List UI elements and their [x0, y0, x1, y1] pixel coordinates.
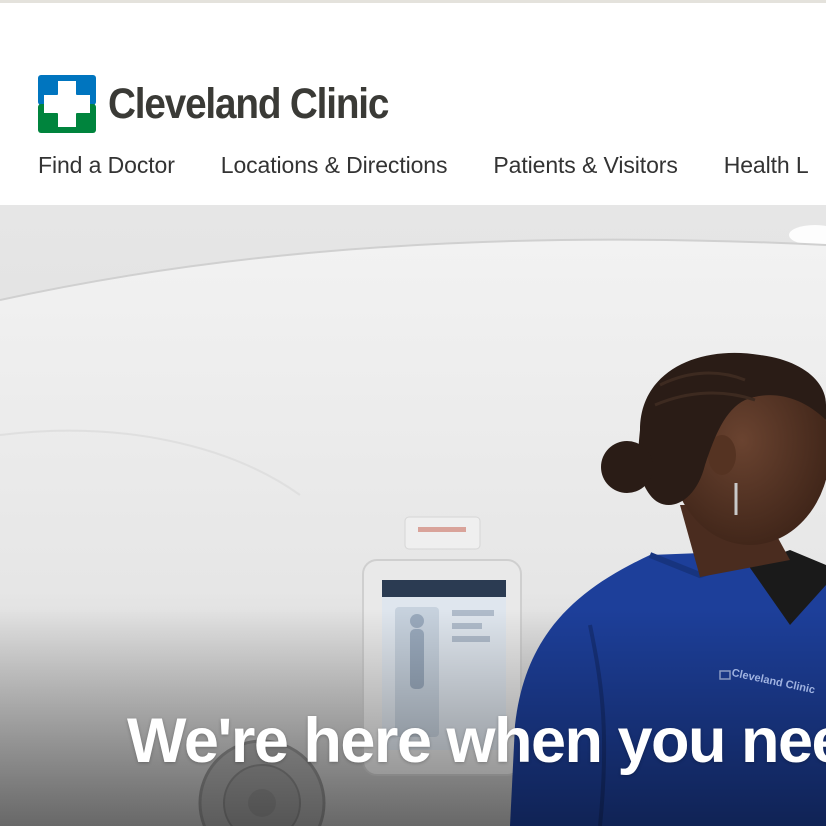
main-navigation: Find a Doctor Locations & Directions Pat…	[38, 151, 826, 179]
site-header: Cleveland Clinic Find a Doctor Locations…	[0, 3, 826, 205]
nav-item-locations-directions[interactable]: Locations & Directions	[221, 151, 448, 179]
hero-banner: Cleveland Clinic We're here when you nee	[0, 205, 826, 826]
brand-wordmark: Cleveland Clinic	[108, 79, 389, 128]
nav-item-find-a-doctor[interactable]: Find a Doctor	[38, 151, 175, 179]
brand-logo-link[interactable]: Cleveland Clinic	[38, 73, 419, 135]
cleveland-clinic-cross-icon	[38, 75, 96, 133]
nav-item-patients-visitors[interactable]: Patients & Visitors	[493, 151, 677, 179]
nav-item-health-library[interactable]: Health L	[724, 151, 809, 179]
hero-heading: We're here when you nee	[127, 706, 826, 776]
